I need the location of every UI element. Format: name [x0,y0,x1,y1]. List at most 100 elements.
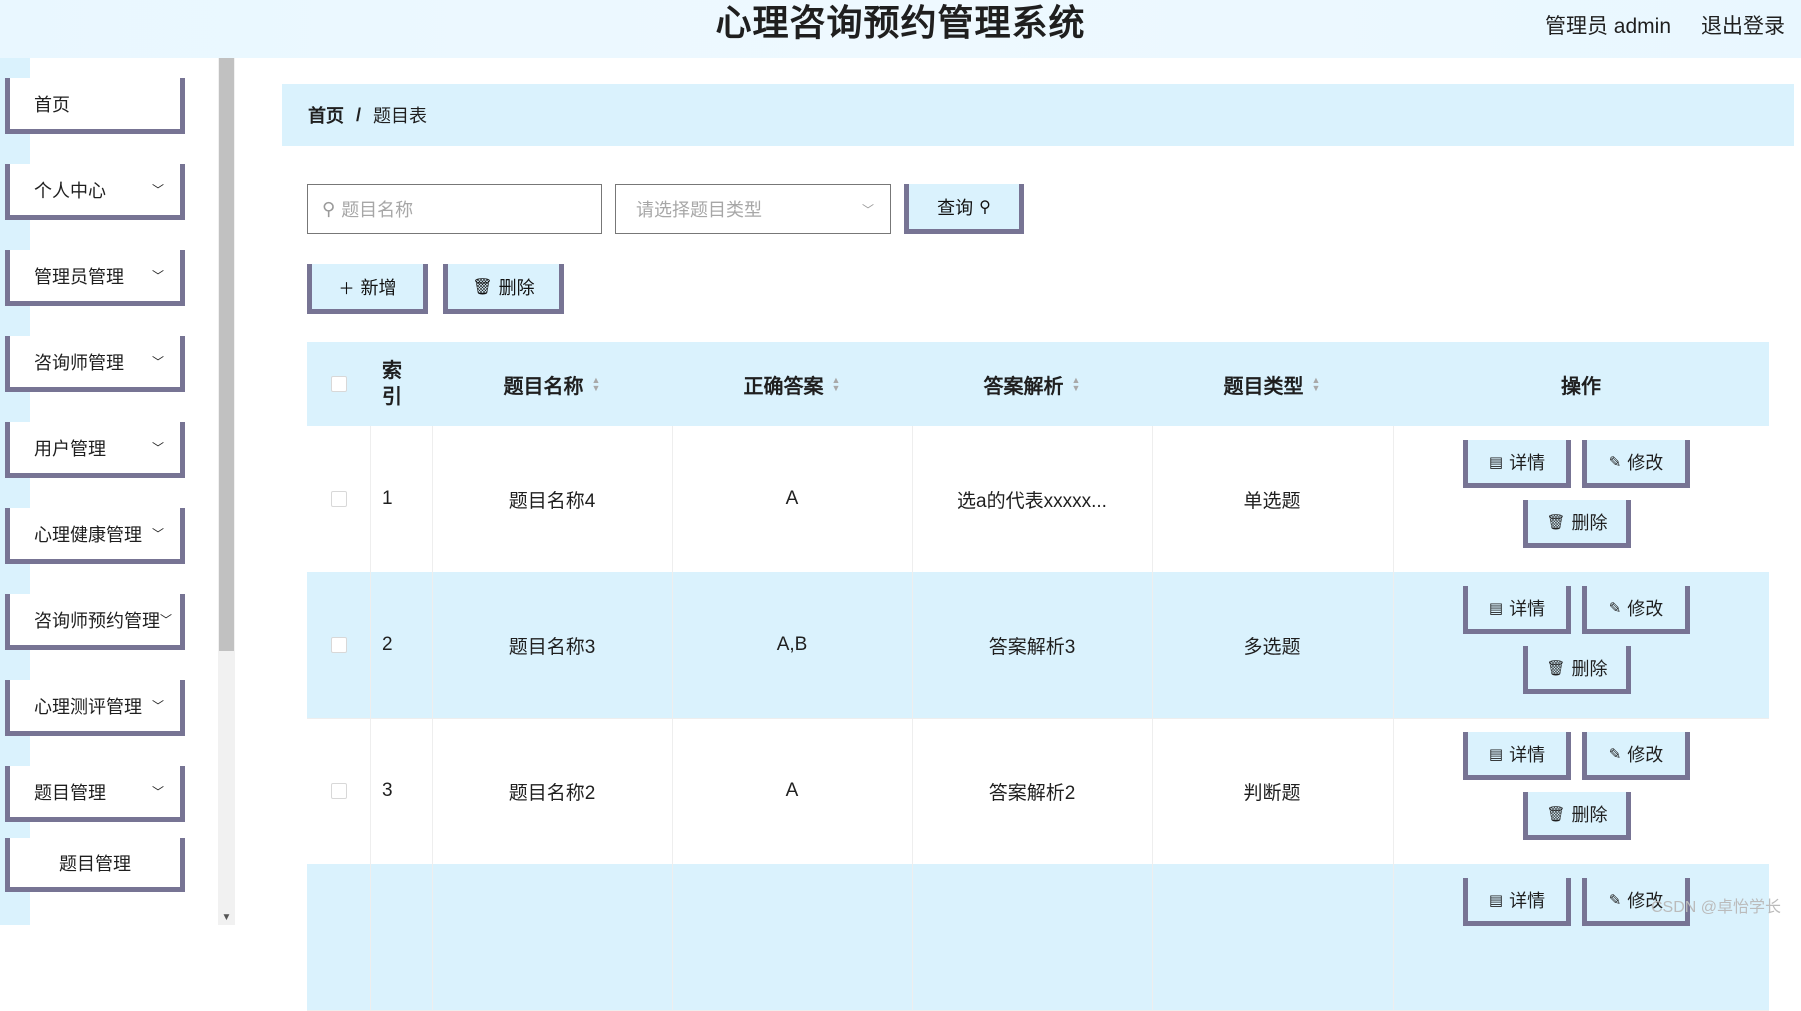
detail-button[interactable]: ▤ 详情 [1463,878,1571,926]
query-button[interactable]: 查询 ⚲ [904,184,1024,234]
detail-button[interactable]: ▤ 详情 [1463,732,1571,780]
row-checkbox[interactable] [330,637,347,653]
header-name-label: 题目名称 [503,375,584,398]
delete-button[interactable]: 🗑 删除 [1523,500,1631,548]
chevron-down-icon: ﹀ [151,440,164,455]
trash-icon: 🗑 [1546,805,1566,823]
sidebar-item-home[interactable]: 首页 [5,78,185,134]
select-all-checkbox[interactable] [330,376,347,392]
cell-name: 题目名称3 [508,636,596,658]
sort-icon[interactable]: ▲ ▼ [1312,376,1321,393]
table-row: 3 题目名称2 A 答案解析2 判断题 ▤ 详情 ✎ 修改 🗑 删除 [307,718,1769,865]
cell-analysis: 答案解析2 [988,782,1076,804]
sidebar-item-label: 咨询师预约管理 [34,610,160,631]
table-header: 索引 题目名称 ▲ ▼ 正确答案 ▲ ▼ 答案解析 ▲ ▼ 题目类型 ▲ ▼ 操作 [307,342,1769,426]
sidebar-item-label: 咨询师管理 [34,352,124,373]
row-actions: ▤ 详情 ✎ 修改 🗑 删除 [1393,718,1769,864]
scrollbar-thumb[interactable] [219,58,234,651]
sidebar-item-appointment-management[interactable]: 咨询师预约管理 ﹀ [5,594,185,650]
cell-name: 题目名称2 [508,782,596,804]
sort-icon[interactable]: ▲ ▼ [1072,376,1081,393]
sidebar-item-label: 题目管理 [34,782,106,803]
sidebar-item-counselor-management[interactable]: 咨询师管理 ﹀ [5,336,185,392]
select-placeholder: 请选择题目类型 [636,200,762,220]
sort-icon[interactable]: ▲ ▼ [592,376,601,393]
add-button[interactable]: ＋ 新增 [307,264,428,314]
sidebar-item-label: 管理员管理 [34,266,124,287]
sidebar-item-personal-center[interactable]: 个人中心 ﹀ [5,164,185,220]
query-button-label: 查询 [937,197,974,218]
pencil-icon: ✎ [1608,453,1622,471]
row-checkbox[interactable] [330,783,347,799]
cell-type: 判断题 [1243,782,1301,804]
cell-index: 3 [382,780,393,801]
edit-button[interactable]: ✎ 修改 [1582,732,1690,780]
scroll-down-arrow-icon[interactable]: ▼ [218,912,235,923]
row-checkbox[interactable] [330,491,347,507]
header: 心理咨询预约管理系统 管理员 admin 退出登录 [0,0,1801,58]
table-row: 2 题目名称3 A,B 答案解析3 多选题 ▤ 详情 ✎ 修改 🗑 删除 [307,572,1769,719]
search-placeholder: 题目名称 [341,200,414,220]
edit-label: 修改 [1627,744,1664,765]
chevron-down-icon: ﹀ [151,182,164,197]
row-checkbox-cell [307,718,370,864]
pencil-icon: ✎ [1608,745,1622,763]
batch-delete-button[interactable]: 🗑 删除 [443,264,564,314]
sidebar-item-label: 心理健康管理 [34,524,142,545]
edit-button[interactable]: ✎ 修改 [1582,586,1690,634]
row-actions: ▤ 详情 ✎ 修改 [1393,864,1769,1010]
header-type[interactable]: 题目类型 ▲ ▼ [1152,342,1392,426]
sidebar-subitem-question-management[interactable]: 题目管理 [5,838,185,892]
breadcrumb-separator: / [356,104,362,125]
delete-button[interactable]: 🗑 删除 [1523,646,1631,694]
logout-link[interactable]: 退出登录 [1701,10,1785,40]
sidebar-item-assessment-management[interactable]: 心理测评管理 ﹀ [5,680,185,736]
header-ops: 操作 [1393,342,1769,426]
pencil-icon: ✎ [1608,599,1622,617]
edit-label: 修改 [1627,452,1664,473]
detail-label: 详情 [1509,744,1546,765]
breadcrumb-home[interactable]: 首页 [308,102,344,128]
edit-button[interactable]: ✎ 修改 [1582,440,1690,488]
sidebar-item-admin-management[interactable]: 管理员管理 ﹀ [5,250,185,306]
edit-label: 修改 [1627,598,1664,619]
breadcrumb: 首页 / 题目表 [282,84,1794,146]
document-icon: ▤ [1488,891,1504,909]
breadcrumb-current: 题目表 [373,106,428,126]
cell-index: 1 [382,488,393,509]
sort-icon[interactable]: ▲ ▼ [832,376,841,393]
chevron-down-icon: ﹀ [861,202,874,217]
question-type-select[interactable]: 请选择题目类型 ﹀ [615,184,891,234]
cell-answer: A,B [776,634,808,655]
detail-button[interactable]: ▤ 详情 [1463,440,1571,488]
header-answer[interactable]: 正确答案 ▲ ▼ [672,342,912,426]
delete-label: 删除 [1571,512,1608,533]
header-analysis[interactable]: 答案解析 ▲ ▼ [912,342,1152,426]
trash-icon: 🗑 [1546,659,1566,677]
cell-analysis: 答案解析3 [988,636,1076,658]
sidebar-scrollbar[interactable]: ▼ [218,58,235,925]
cell-name: 题目名称4 [508,490,596,512]
chevron-down-icon: ﹀ [151,698,164,713]
sidebar-item-question-management[interactable]: 题目管理 ﹀ [5,766,185,822]
header-analysis-label: 答案解析 [983,375,1064,398]
chevron-down-icon: ﹀ [151,354,164,369]
delete-label: 删除 [1571,804,1608,825]
cell-index [370,864,432,1010]
chevron-down-icon: ﹀ [160,612,173,627]
sidebar-item-label: 首页 [34,94,70,115]
header-answer-label: 正确答案 [743,375,824,398]
sidebar-item-label: 心理测评管理 [34,696,142,717]
select-all-cell [307,342,370,426]
header-name[interactable]: 题目名称 ▲ ▼ [432,342,672,426]
table-row: 1 题目名称4 A 选a的代表xxxxx... 单选题 ▤ 详情 ✎ 修改 🗑 删除 [307,426,1769,573]
sidebar-item-mental-health[interactable]: 心理健康管理 ﹀ [5,508,185,564]
detail-button[interactable]: ▤ 详情 [1463,586,1571,634]
question-name-search-input[interactable]: ⚲ 题目名称 [307,184,602,234]
cell-index: 2 [382,634,393,655]
detail-label: 详情 [1509,890,1546,911]
delete-button[interactable]: 🗑 删除 [1523,792,1631,840]
sidebar-item-user-management[interactable]: 用户管理 ﹀ [5,422,185,478]
plus-icon: ＋ [338,280,355,298]
chevron-down-icon: ﹀ [151,784,164,799]
